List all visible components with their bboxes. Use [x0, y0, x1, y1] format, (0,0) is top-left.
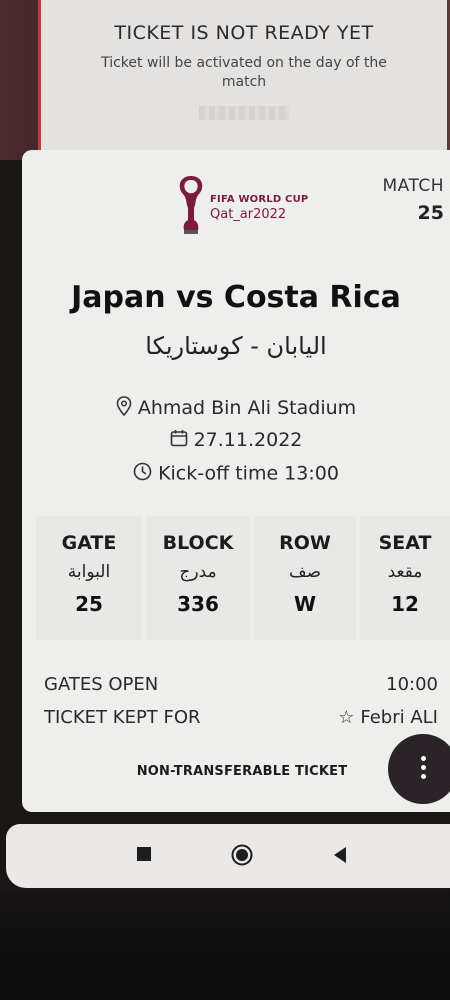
ticket-holder: ☆ Febri ALI [338, 707, 438, 728]
more-vert-icon [421, 756, 426, 783]
world-cup-trophy-icon [179, 176, 203, 234]
ticket-card: FIFA WORLD CUP Qat_ar2022 MATCH 25 Japan… [22, 150, 450, 812]
gate-label-arabic: البوابة [67, 562, 111, 582]
ticket-holder-name: Febri ALI [360, 707, 438, 728]
ticket-not-ready-title: TICKET IS NOT READY YET [114, 22, 374, 44]
block-label: BLOCK [162, 532, 234, 554]
seat-label-arabic: مقعد [387, 562, 423, 582]
map-pin-icon [116, 396, 132, 421]
stadium-line: Ahmad Bin Ali Stadium [22, 396, 450, 421]
match-teams-arabic: اليابان - كوستاريكا [145, 332, 327, 360]
match-label: MATCH [382, 176, 444, 196]
star-icon: ☆ [338, 707, 355, 728]
recents-button[interactable] [136, 846, 152, 866]
ticket-not-ready-subtitle: Ticket will be activated on the day of t… [101, 55, 387, 90]
row-label-arabic: صف [288, 562, 322, 582]
logo-line-2: Qat_ar2022 [210, 207, 287, 222]
match-number: 25 [417, 202, 444, 224]
stadium-name: Ahmad Bin Ali Stadium [137, 397, 357, 419]
match-date: 27.11.2022 [193, 429, 303, 451]
background-bottom [0, 890, 450, 1000]
gate-cell: GATE البوابة 25 [36, 516, 142, 640]
gates-open-label: GATES OPEN [44, 674, 159, 695]
kickoff-time: Kick-off time 13:00 [158, 462, 339, 485]
seat-cell: SEAT مقعد 12 [360, 516, 450, 640]
gates-open-row: GATES OPEN 10:00 [44, 674, 444, 695]
block-value: 336 [177, 592, 219, 616]
back-button[interactable] [332, 846, 348, 868]
kickoff-line: Kick-off time 13:00 [22, 462, 450, 486]
date-line: 27.11.2022 [22, 429, 450, 452]
seating-grid: GATE البوابة 25 BLOCK مدرج 336 ROW صف W … [36, 516, 450, 640]
seat-label: SEAT [378, 532, 432, 554]
faded-text [199, 106, 289, 120]
block-label-arabic: مدرج [179, 562, 217, 582]
match-teams: Japan vs Costa Rica [71, 280, 401, 315]
row-cell: ROW صف W [254, 516, 356, 640]
previous-ticket-card[interactable]: TICKET IS NOT READY YET Ticket will be a… [38, 0, 447, 150]
seat-value: 12 [391, 592, 419, 616]
ticket-kept-for-row: TICKET KEPT FOR ☆ Febri ALI [44, 707, 444, 728]
android-nav-bar [6, 824, 450, 888]
row-label: ROW [279, 532, 331, 554]
row-value: W [293, 592, 317, 616]
fifa-world-cup-logo: FIFA WORLD CUP Qat_ar2022 [174, 174, 324, 240]
gate-value: 25 [75, 592, 103, 616]
more-options-button[interactable] [388, 734, 450, 804]
calendar-icon [170, 429, 188, 452]
clock-icon [133, 462, 152, 486]
non-transferable-label: NON-TRANSFERABLE TICKET [136, 764, 348, 779]
gates-open-time: 10:00 [386, 674, 438, 695]
block-cell: BLOCK مدرج 336 [146, 516, 250, 640]
home-button[interactable] [231, 844, 253, 870]
logo-line-1: FIFA WORLD CUP [210, 194, 309, 205]
gate-label: GATE [61, 532, 117, 554]
ticket-kept-for-label: TICKET KEPT FOR [44, 707, 201, 728]
